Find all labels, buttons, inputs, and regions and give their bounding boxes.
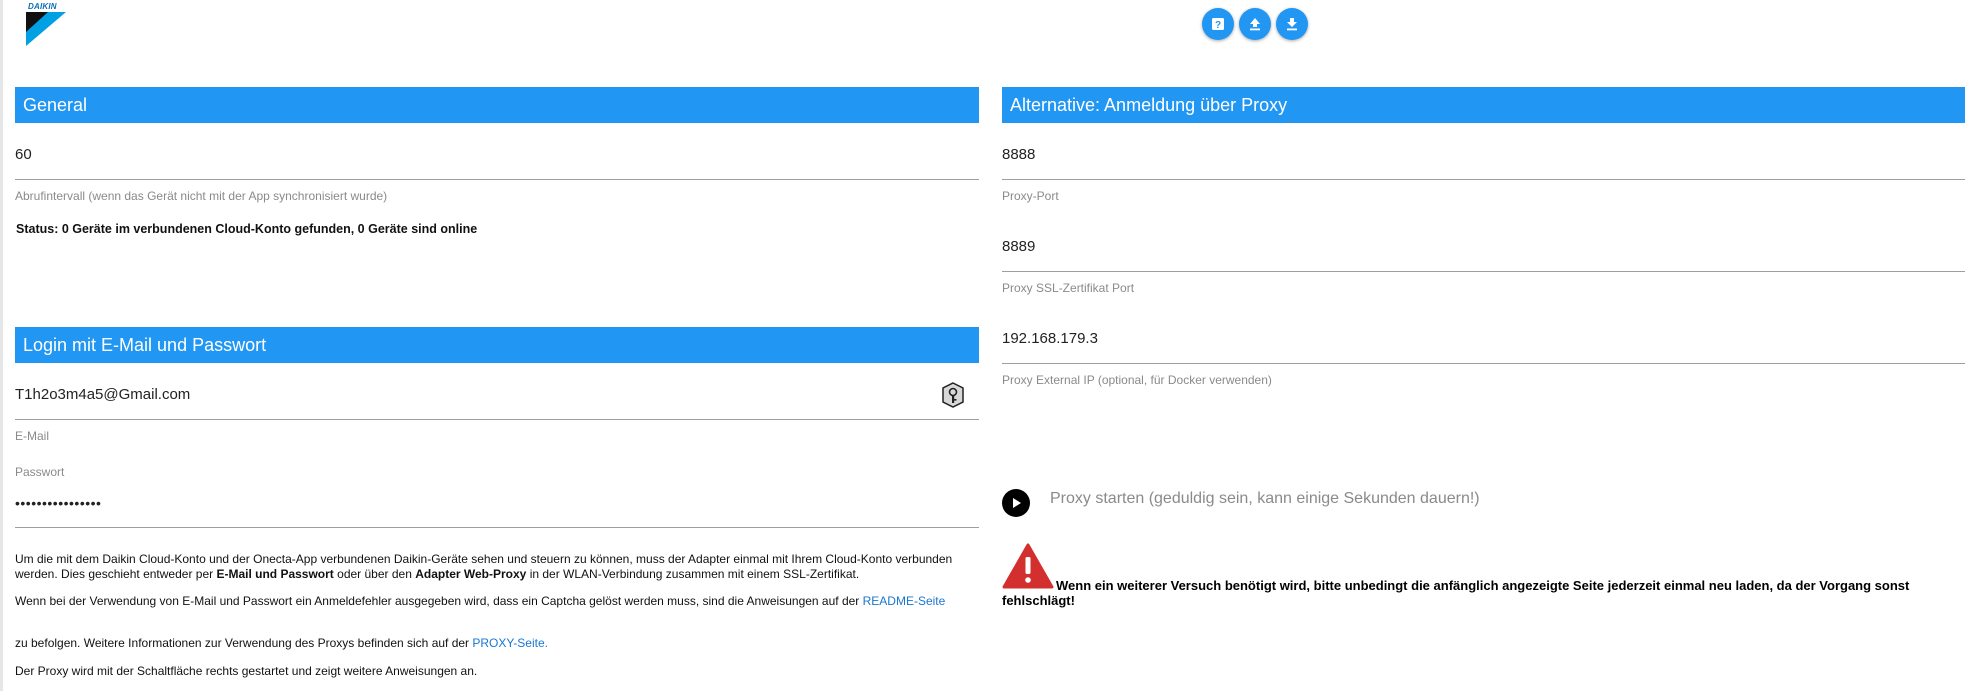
bold-web-proxy: Adapter Web-Proxy	[415, 567, 527, 581]
readme-link[interactable]: README-Seite	[863, 594, 946, 608]
password-input[interactable]: ••••••••••••••••	[15, 492, 979, 528]
proxy-external-ip-label: Proxy External IP (optional, für Docker …	[1002, 373, 1272, 387]
proxy-page-link[interactable]: PROXY-Seite.	[472, 636, 548, 650]
proxy-external-ip-value: 192.168.179.3	[1002, 330, 1098, 347]
upload-icon	[1250, 18, 1260, 31]
info-paragraph-2: Wenn bei der Verwendung von E-Mail und P…	[15, 594, 946, 608]
general-header: General	[15, 87, 979, 123]
status-text: Status: 0 Geräte im verbundenen Cloud-Ko…	[16, 222, 478, 236]
proxy-port-label: Proxy-Port	[1002, 189, 1059, 203]
poll-interval-input[interactable]: 60	[15, 144, 979, 180]
bold-email-password: E-Mail und Passwort	[216, 567, 334, 581]
left-border	[0, 0, 3, 691]
proxy-port-input[interactable]: 8888	[1002, 144, 1965, 180]
start-proxy-button[interactable]	[1002, 489, 1030, 517]
play-icon	[1013, 498, 1021, 508]
key-shield-icon	[942, 382, 964, 408]
info-paragraph-4: Der Proxy wird mit der Schaltfläche rech…	[15, 664, 478, 678]
password-value: ••••••••••••••••	[15, 495, 102, 511]
daikin-logo: DAIKIN	[26, 2, 72, 46]
upload-button[interactable]	[1239, 8, 1271, 40]
proxy-ssl-port-value: 8889	[1002, 238, 1036, 255]
proxy-ssl-port-input[interactable]: 8889	[1002, 236, 1965, 272]
email-value: T1h2o3m4a5@Gmail.com	[15, 386, 191, 403]
info-paragraph-1: Um die mit dem Daikin Cloud-Konto und de…	[15, 552, 953, 581]
proxy-warning-text: Wenn ein weiterer Versuch benötigt wird,…	[1002, 578, 1910, 608]
svg-text:?: ?	[1215, 20, 1221, 31]
info-paragraph-3: zu befolgen. Weitere Informationen zur V…	[15, 636, 548, 650]
email-label: E-Mail	[15, 429, 50, 443]
logo-text: DAIKIN	[28, 2, 57, 11]
proxy-header: Alternative: Anmeldung über Proxy	[1002, 87, 1965, 123]
poll-interval-value: 60	[15, 146, 32, 163]
start-proxy-label: Proxy starten (geduldig sein, kann einig…	[1050, 490, 1480, 507]
proxy-port-value: 8888	[1002, 146, 1036, 163]
download-button[interactable]	[1276, 8, 1308, 40]
help-button[interactable]: ?	[1202, 8, 1234, 40]
proxy-external-ip-input[interactable]: 192.168.179.3	[1002, 328, 1965, 364]
password-visibility-toggle[interactable]	[940, 382, 966, 413]
proxy-ssl-port-label: Proxy SSL-Zertifikat Port	[1002, 281, 1135, 295]
email-input[interactable]: T1h2o3m4a5@Gmail.com	[15, 384, 979, 420]
help-icon: ?	[1212, 18, 1224, 31]
logo-mark-icon	[26, 12, 66, 46]
password-label: Passwort	[15, 465, 65, 479]
poll-interval-label: Abrufintervall (wenn das Gerät nicht mit…	[15, 189, 388, 203]
download-icon	[1287, 18, 1297, 31]
login-header: Login mit E-Mail und Passwort	[15, 327, 979, 363]
